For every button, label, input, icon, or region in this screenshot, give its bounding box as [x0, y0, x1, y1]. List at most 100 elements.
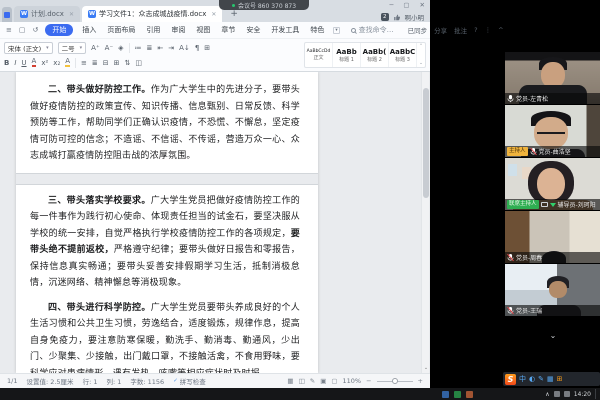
tab-study-file-docx[interactable]: W 学习文件1：众志成城战疫情.docx ✕ [82, 6, 222, 22]
ime-toolbar[interactable]: S 中 ◐ ✎ ▦ ⊞ [503, 372, 600, 386]
ribbon-tab-insert[interactable]: 插入 [80, 24, 98, 36]
numbered-list-icon[interactable]: ≣ [147, 44, 153, 52]
synced-button[interactable]: 已同步 [408, 25, 428, 35]
ribbon-tab-references[interactable]: 引用 [144, 24, 162, 36]
volume-icon[interactable] [554, 391, 560, 397]
italic-button[interactable]: I [14, 59, 16, 67]
scrollbar-thumb[interactable] [423, 88, 429, 198]
clear-format-icon[interactable]: ◈ [118, 44, 123, 52]
bold-button[interactable]: B [4, 59, 9, 67]
paragraph-mark-icon[interactable]: ¶ [195, 44, 199, 52]
align-left-icon[interactable]: ≡ [81, 59, 87, 67]
save-icon[interactable]: ▢ [19, 26, 26, 34]
participant-tile-1[interactable]: 党员-左青松 [505, 52, 600, 104]
collapse-ribbon-button[interactable]: ^ [498, 26, 503, 34]
tab-plan-docx[interactable]: W 计划.docx ✕ [14, 6, 80, 22]
scroll-down-icon[interactable]: ⌄ [422, 365, 430, 372]
participant-tile-4[interactable]: 党员-周春 [505, 211, 600, 263]
spellcheck-toggle[interactable]: ✓拼写检查 [173, 376, 206, 386]
zoom-slider[interactable] [377, 381, 413, 382]
word-count[interactable]: 字数: 1156 [130, 376, 164, 386]
features-dropdown-icon[interactable]: ▾ [333, 27, 339, 34]
styles-scroll-up-icon[interactable]: ⌃ [419, 44, 423, 49]
outdent-icon[interactable]: ⇤ [157, 44, 163, 52]
participant-tile-2[interactable]: 主持人 党员-曲浩坚 [505, 105, 600, 157]
zoom-level[interactable]: 110% [343, 377, 362, 385]
account-area[interactable]: 2 啊小明 [381, 12, 424, 22]
indent-icon[interactable]: ⇥ [168, 44, 174, 52]
web-view-icon[interactable]: ▢ [331, 377, 337, 385]
ime-pen-icon[interactable]: ✎ [538, 376, 544, 383]
taskbar-app-icon[interactable] [466, 391, 473, 398]
zoom-out-button[interactable]: − [366, 377, 371, 385]
border-grid-icon[interactable]: ⊞ [204, 44, 210, 52]
style-heading1[interactable]: AaBb标题 1 [333, 43, 361, 67]
align-center-icon[interactable]: ≣ [92, 59, 98, 67]
shading-icon[interactable]: ⊞ [114, 59, 120, 67]
collapse-video-list-button[interactable]: ⌄ [541, 332, 565, 342]
ime-toolbox-icon[interactable]: ⊞ [557, 376, 563, 383]
maximize-button[interactable]: ▢ [403, 2, 409, 9]
style-heading3[interactable]: AaBbC标题 3 [389, 43, 417, 67]
network-icon[interactable] [564, 391, 570, 397]
command-search[interactable]: 查找命令… [351, 25, 394, 35]
taskbar-app-icon[interactable] [454, 391, 461, 398]
ribbon-tab-home[interactable]: 开始 [45, 24, 73, 36]
ime-halfwidth-icon[interactable]: ◐ [529, 376, 535, 383]
ribbon-tab-devtools[interactable]: 开发工具 [269, 24, 301, 36]
style-heading2[interactable]: AaBb(标题 2 [361, 43, 389, 67]
meeting-id-banner[interactable]: 会议号 860 370 873 [219, 0, 309, 10]
fullscreen-view-icon[interactable]: ▦ [287, 377, 293, 385]
shrink-font-icon[interactable]: A⁻ [105, 44, 113, 52]
read-view-icon[interactable]: ◫ [299, 377, 305, 385]
ime-keyboard-icon[interactable]: ▦ [547, 376, 554, 383]
minimize-button[interactable]: ─ [389, 2, 393, 9]
ribbon-tab-view[interactable]: 视图 [194, 24, 212, 36]
file-menu-icon[interactable]: ≡ [6, 26, 12, 34]
font-size-select[interactable]: 二号▾ [58, 42, 87, 54]
superscript-button[interactable]: x² [41, 59, 48, 67]
help-button[interactable]: ? [474, 26, 477, 34]
font-name-select[interactable]: 宋体 (正文)▾ [4, 42, 53, 54]
clock[interactable]: 14:20 [574, 391, 591, 398]
taskbar-app-icon[interactable] [442, 391, 449, 398]
ribbon-tab-layout[interactable]: 页面布局 [105, 24, 137, 36]
styles-scroll-down-icon[interactable]: ⌄ [419, 61, 423, 66]
sogou-logo-icon[interactable]: S [505, 374, 516, 385]
zoom-slider-knob[interactable] [392, 378, 398, 384]
styles-scroll[interactable]: ⌃ ⌄ [417, 43, 425, 67]
tray-chevron-icon[interactable]: ∧ [545, 391, 549, 398]
underline-button[interactable]: U [21, 59, 26, 67]
highlight-button[interactable]: A [65, 58, 70, 67]
align-justify-icon[interactable]: ⊟ [103, 59, 109, 67]
share-button[interactable]: 分享 [434, 25, 447, 35]
sort-icon[interactable]: A↓ [179, 44, 190, 52]
close-button[interactable]: ✕ [420, 2, 425, 9]
home-tab-stub[interactable] [2, 7, 12, 22]
document-page[interactable]: 二、带头做好防控工作。作为广大学生中的先进分子，要带头做好疫情防控的政策宣传、知… [16, 72, 318, 373]
ribbon-tab-review[interactable]: 审阅 [169, 24, 187, 36]
bullet-list-icon[interactable]: ≔ [135, 44, 142, 52]
vertical-scrollbar[interactable]: ⌄ [421, 72, 429, 373]
style-normal[interactable]: AaBbCcDd正文 [305, 43, 333, 67]
comment-button[interactable]: 批注 [454, 25, 467, 35]
ribbon-tab-section[interactable]: 章节 [219, 24, 237, 36]
ribbon-tab-features[interactable]: 特色 [308, 24, 326, 36]
ribbon-tab-security[interactable]: 安全 [244, 24, 262, 36]
grow-font-icon[interactable]: A⁺ [91, 44, 99, 52]
zoom-in-button[interactable]: + [418, 377, 423, 385]
participant-tile-5[interactable]: 党员-王瑞 [505, 264, 600, 316]
columns-icon[interactable]: ◫ [135, 59, 142, 67]
ime-chinese-mode-icon[interactable]: 中 [519, 376, 526, 383]
participant-tile-3[interactable]: 联席主持人 辅导员-刘珂阳 [505, 158, 600, 210]
tab-close-icon[interactable]: ✕ [69, 11, 74, 18]
undo-icon[interactable]: ↺ [33, 26, 39, 34]
show-desktop-button[interactable] [595, 389, 597, 399]
page-view-icon[interactable]: ▣ [320, 377, 326, 385]
font-color-button[interactable]: A [32, 58, 37, 67]
line-spacing-icon[interactable]: ⇅ [125, 59, 131, 67]
more-button[interactable]: ⋮ [485, 26, 492, 34]
write-view-icon[interactable]: ✎ [310, 377, 315, 385]
subscript-button[interactable]: x₂ [53, 59, 60, 67]
tab-close-icon[interactable]: ✕ [211, 11, 216, 18]
